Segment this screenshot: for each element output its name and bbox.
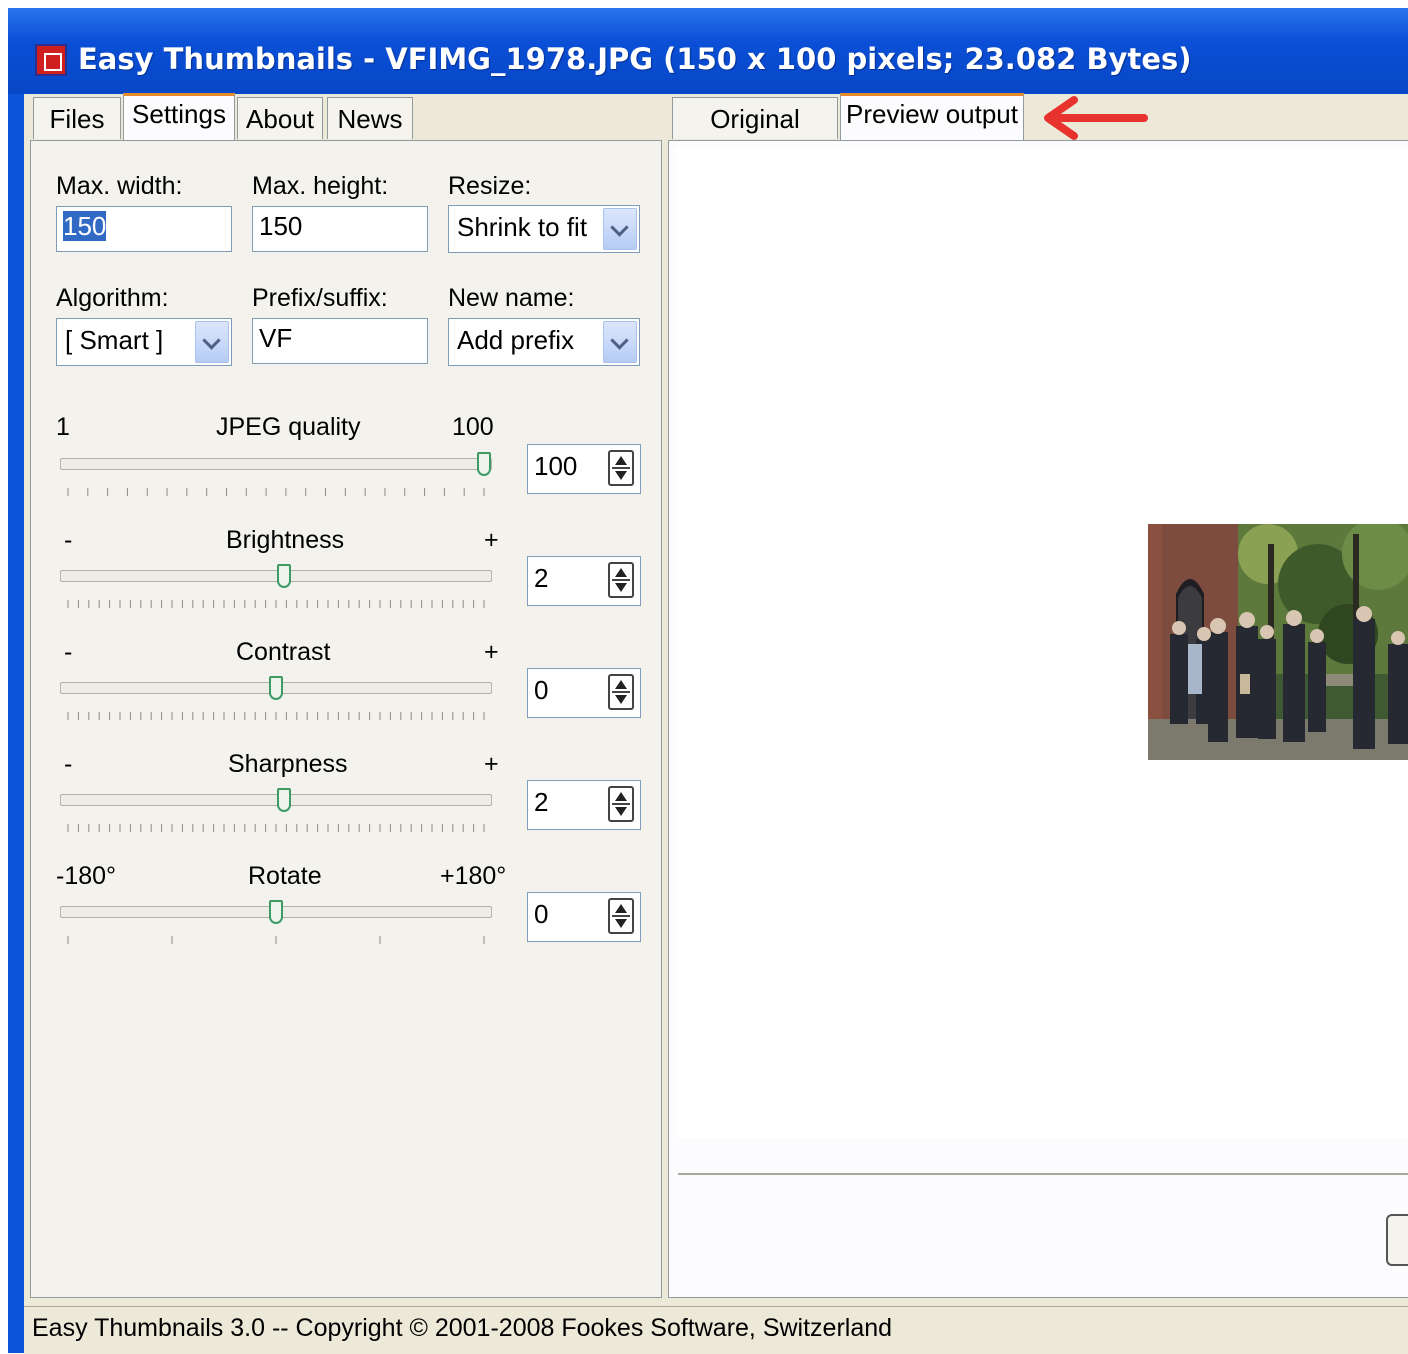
sharpness-min-label: -: [64, 750, 73, 778]
spin-arrows-icon[interactable]: [608, 450, 634, 486]
jpeg-quality-value: 100: [534, 451, 578, 481]
new-name-label: New name:: [448, 284, 575, 312]
brightness-spinbox[interactable]: 2: [527, 556, 641, 606]
spin-arrows-icon[interactable]: [608, 898, 634, 934]
new-name-select[interactable]: Add prefix: [448, 318, 640, 366]
brightness-tick-marks: [67, 600, 485, 608]
resize-select[interactable]: Shrink to fit: [448, 205, 640, 253]
max-width-input[interactable]: 150: [56, 206, 232, 252]
chevron-down-icon[interactable]: [603, 321, 637, 363]
rotate-slider-thumb[interactable]: [269, 900, 283, 924]
jpeg-quality-min-label: 1: [56, 413, 70, 441]
tab-preview-output[interactable]: Preview output: [840, 93, 1024, 141]
brightness-max-label: +: [484, 526, 499, 554]
spin-arrows-icon[interactable]: [608, 786, 634, 822]
contrast-tick-marks: [67, 712, 485, 720]
max-height-input[interactable]: 150: [252, 206, 428, 252]
sharpness-spinbox[interactable]: 2: [527, 780, 641, 830]
sharpness-tick-marks: [67, 824, 485, 832]
red-arrow-icon: [1044, 96, 1148, 140]
status-text: Easy Thumbnails 3.0 -- Copyright © 2001-…: [32, 1314, 893, 1342]
preview-separator: [678, 1173, 1408, 1175]
sharpness-max-label: +: [484, 750, 499, 778]
action-button[interactable]: [1386, 1214, 1408, 1266]
contrast-label: Contrast: [236, 638, 331, 666]
tab-news[interactable]: News: [327, 97, 413, 139]
brightness-min-label: -: [64, 526, 73, 554]
sharpness-slider[interactable]: [60, 794, 492, 806]
spin-arrows-icon[interactable]: [608, 562, 634, 598]
rotate-min-label: -180°: [56, 862, 117, 890]
spin-arrows-icon[interactable]: [608, 674, 634, 710]
chevron-down-icon[interactable]: [603, 208, 637, 250]
algorithm-select[interactable]: [ Smart ]: [56, 318, 232, 366]
max-height-label: Max. height:: [252, 172, 389, 200]
chevron-down-icon[interactable]: [195, 321, 229, 363]
rotate-tick-marks: [67, 936, 485, 944]
thumbnail-preview-image: [1148, 524, 1408, 760]
rotate-label: Rotate: [248, 862, 322, 890]
brightness-slider[interactable]: [60, 570, 492, 582]
rotate-spinbox[interactable]: 0: [527, 892, 641, 942]
brightness-value: 2: [534, 563, 549, 593]
contrast-value: 0: [534, 675, 549, 705]
tab-about[interactable]: About: [237, 97, 323, 139]
sharpness-value: 2: [534, 787, 549, 817]
rotate-value: 0: [534, 899, 549, 929]
max-width-label: Max. width:: [56, 172, 183, 200]
tab-files[interactable]: Files: [33, 97, 121, 139]
jpeg-quality-slider[interactable]: [60, 458, 492, 470]
rotate-max-label: +180°: [440, 862, 507, 890]
contrast-max-label: +: [484, 638, 499, 666]
brightness-slider-thumb[interactable]: [277, 564, 292, 588]
app-icon[interactable]: [35, 44, 67, 76]
algorithm-value: [ Smart ]: [65, 325, 164, 355]
jpeg-quality-slider-thumb[interactable]: [477, 452, 491, 476]
resize-value: Shrink to fit: [457, 212, 588, 242]
prefix-suffix-label: Prefix/suffix:: [252, 284, 388, 312]
contrast-min-label: -: [64, 638, 73, 666]
contrast-spinbox[interactable]: 0: [527, 668, 641, 718]
jpeg-quality-label: JPEG quality: [216, 413, 361, 441]
tab-original-image[interactable]: Original image: [672, 97, 838, 165]
tab-settings[interactable]: Settings: [123, 93, 235, 141]
contrast-slider-thumb[interactable]: [269, 676, 283, 700]
new-name-value: Add prefix: [457, 325, 575, 355]
prefix-suffix-input[interactable]: VF: [252, 318, 428, 364]
brightness-label: Brightness: [226, 526, 345, 554]
sharpness-label: Sharpness: [228, 750, 348, 778]
jpeg-quality-spinbox[interactable]: 100: [527, 444, 641, 494]
jpeg-quality-tick-marks: [67, 488, 485, 496]
algorithm-label: Algorithm:: [56, 284, 169, 312]
resize-label: Resize:: [448, 172, 532, 200]
jpeg-quality-max-label: 100: [452, 413, 494, 441]
max-width-value: 150: [63, 211, 107, 241]
sharpness-slider-thumb[interactable]: [277, 788, 292, 812]
window-title: Easy Thumbnails - VFIMG_1978.JPG (150 x …: [78, 42, 1192, 76]
